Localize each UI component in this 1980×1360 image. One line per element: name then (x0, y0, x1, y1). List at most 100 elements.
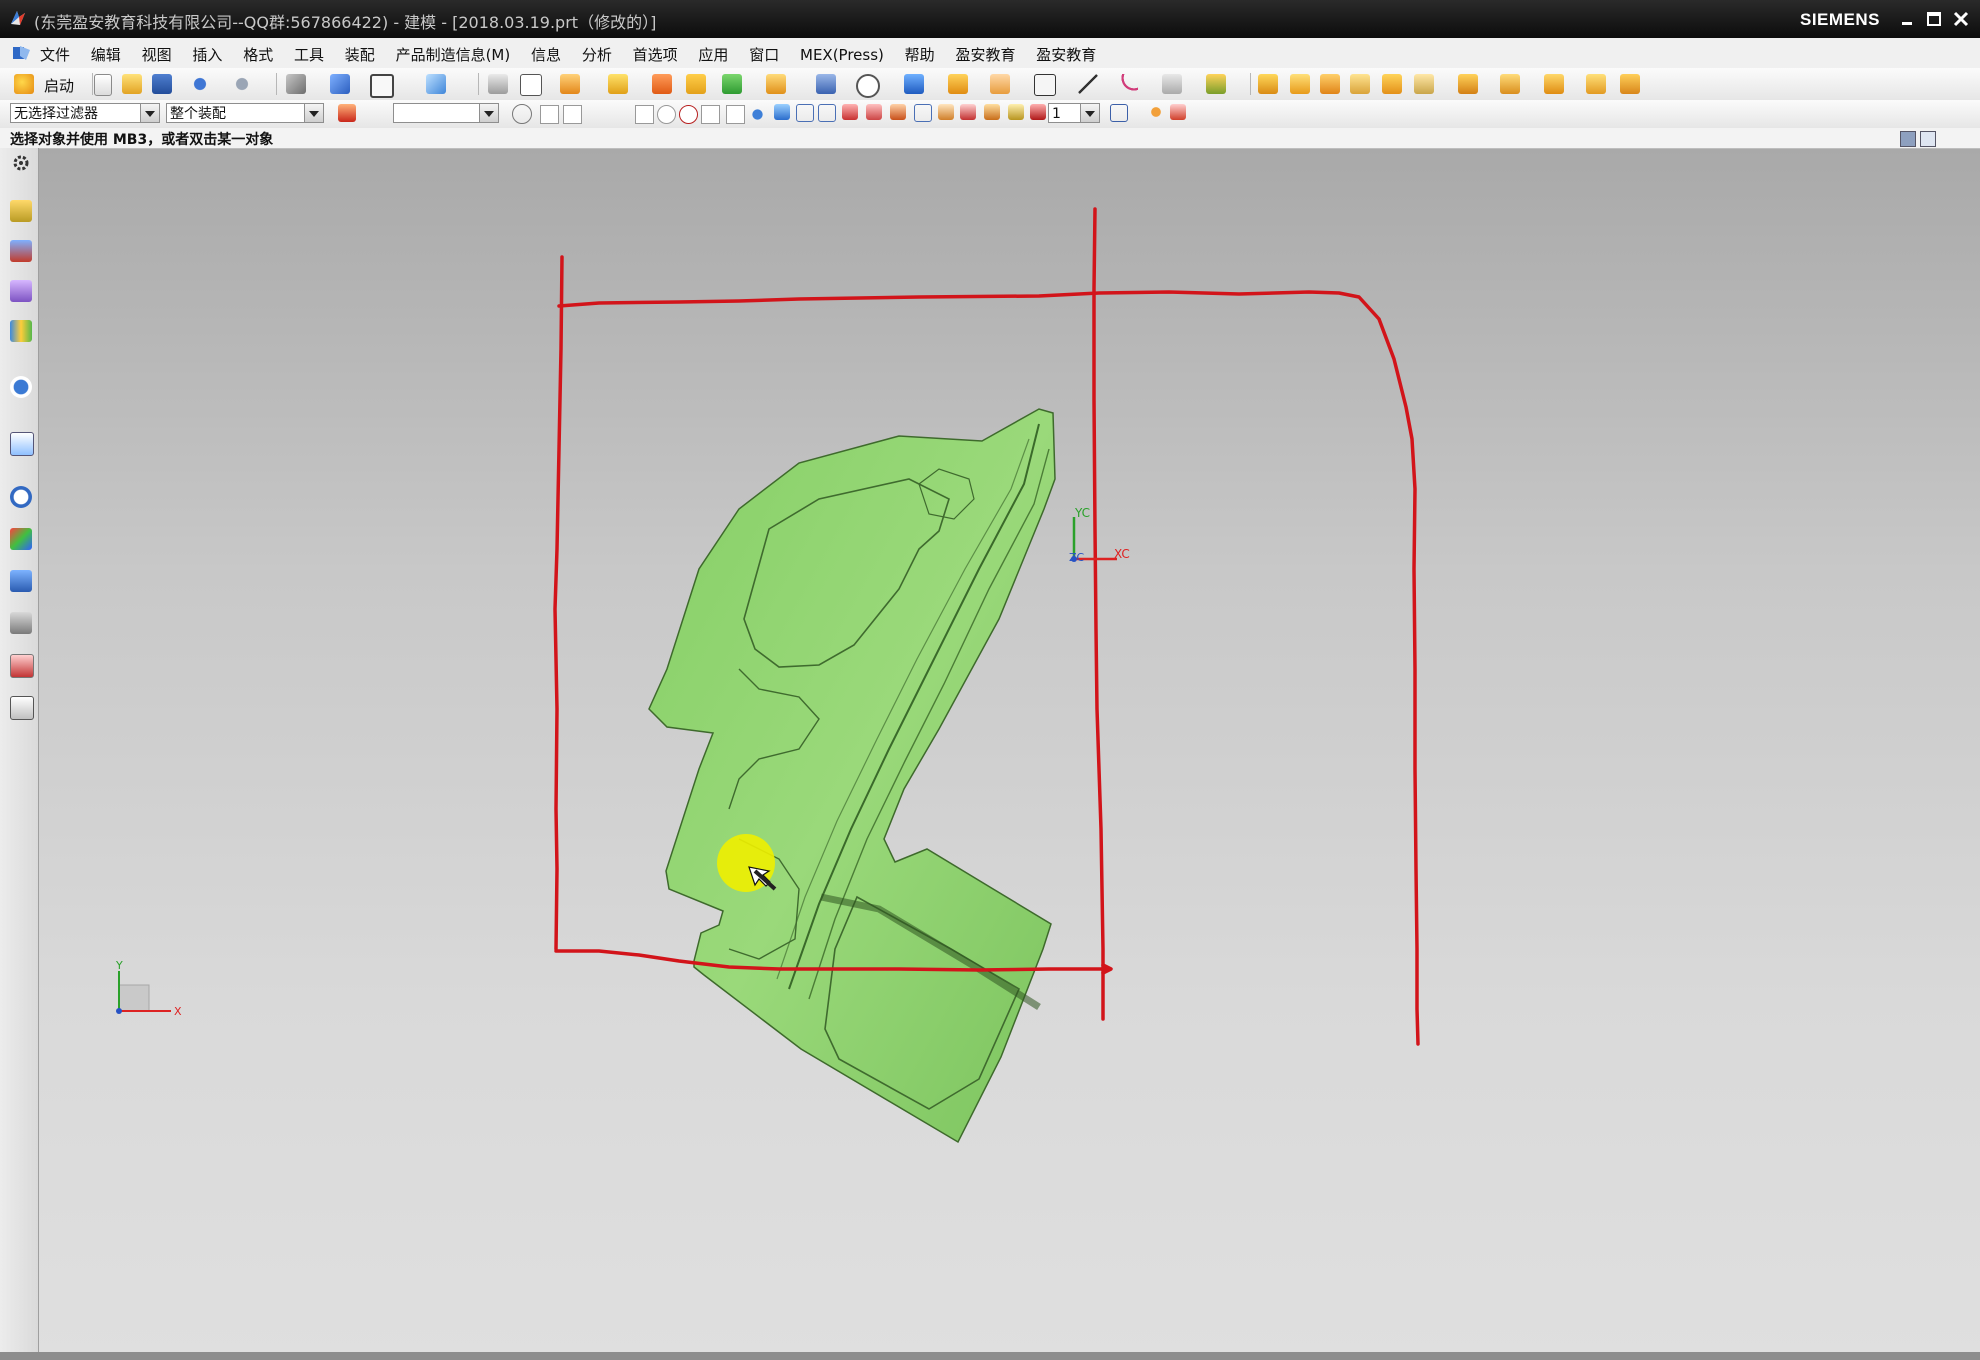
ruler-icon[interactable] (960, 104, 976, 120)
status-toggle-2-icon[interactable] (1920, 131, 1936, 147)
manufacturing-wizard-icon[interactable] (10, 612, 32, 634)
menu-information[interactable]: 信息 (531, 46, 561, 64)
layer-visible-icon[interactable] (1110, 104, 1128, 122)
revolve-icon[interactable] (608, 74, 628, 94)
part-navigator-icon[interactable] (10, 280, 32, 302)
type-filter-dropdown[interactable]: 无选择过滤器 (10, 103, 160, 123)
save-icon[interactable] (152, 74, 172, 94)
quick-pick-icon[interactable] (774, 104, 790, 120)
grid-display-icon[interactable] (914, 104, 932, 122)
unite-icon[interactable] (766, 74, 786, 94)
hide-icon[interactable] (1030, 104, 1046, 120)
view-frame-icon[interactable] (370, 74, 394, 98)
menu-help[interactable]: 帮助 (905, 46, 935, 64)
new-file-icon[interactable] (94, 74, 112, 96)
snap-mid-point-icon[interactable] (563, 105, 582, 124)
gear-icon[interactable] (10, 152, 32, 174)
mold-tool-5-icon[interactable] (1382, 74, 1402, 94)
cylinder-icon[interactable] (686, 74, 706, 94)
mold-tool-4-icon[interactable] (1350, 74, 1370, 94)
extrude-icon[interactable] (560, 74, 580, 94)
hd3d-icon[interactable] (10, 376, 32, 398)
block-icon[interactable] (652, 74, 672, 94)
minimize-button[interactable] (1896, 8, 1918, 30)
sketch-icon[interactable] (520, 74, 542, 96)
snap-point-on-curve-icon[interactable] (726, 105, 745, 124)
snap-point-on-surface-icon[interactable] (748, 105, 767, 124)
wcs-display-icon[interactable] (938, 104, 954, 120)
mold-tool-3-icon[interactable] (1320, 74, 1340, 94)
menu-assemblies[interactable]: 装配 (345, 46, 375, 64)
mold-tool-1-icon[interactable] (1258, 74, 1278, 94)
layer-filter-dropdown[interactable] (393, 103, 499, 123)
redo-icon[interactable] (232, 74, 252, 94)
start-button-label[interactable]: 启动 (44, 75, 74, 96)
reuse-library-icon[interactable] (10, 320, 32, 342)
mold-tool-7-icon[interactable] (1458, 74, 1478, 94)
undo-icon[interactable] (190, 74, 210, 94)
menu-yingan-2[interactable]: 盈安教育 (1036, 46, 1096, 64)
measure-icon[interactable] (1162, 74, 1182, 94)
menu-file[interactable]: 文件 (40, 46, 70, 64)
nx-menu-icon[interactable] (12, 44, 32, 62)
constraint-navigator-icon[interactable] (10, 240, 32, 262)
shaded-display-icon[interactable] (330, 74, 350, 94)
model-canvas[interactable]: YC XC ZC Y X (39, 149, 1980, 1360)
menu-yingan-1[interactable]: 盈安教育 (955, 46, 1015, 64)
close-button[interactable] (1950, 8, 1972, 30)
part-model[interactable] (648, 408, 1056, 1144)
mold-tool-10-icon[interactable] (1586, 74, 1606, 94)
body-rule-icon[interactable] (890, 104, 906, 120)
orient-view-icon[interactable] (426, 74, 446, 94)
snap-quadrant-icon[interactable] (679, 105, 698, 124)
orient-wcs-icon[interactable] (984, 104, 1000, 120)
mirror-object-icon[interactable] (1170, 104, 1186, 120)
select-all-icon[interactable] (818, 104, 836, 122)
general-selection-filter-icon[interactable] (338, 104, 356, 122)
menu-pmi[interactable]: 产品制造信息(M) (396, 46, 511, 64)
snap-existing-point-icon[interactable] (701, 105, 720, 124)
assembly-navigator-icon[interactable] (10, 200, 32, 222)
snap-control-point-icon[interactable] (587, 105, 606, 124)
history-icon[interactable] (10, 486, 32, 508)
select-window-icon[interactable] (796, 104, 814, 122)
mold-tool-9-icon[interactable] (1544, 74, 1564, 94)
trim-body-icon[interactable] (816, 74, 836, 94)
work-layer-dropdown[interactable]: 1 (1048, 103, 1100, 123)
line-icon[interactable] (1078, 74, 1098, 94)
system-materials-icon[interactable] (10, 528, 32, 550)
start-icon[interactable] (14, 74, 34, 94)
cut-icon[interactable] (286, 74, 306, 94)
menu-view[interactable]: 视图 (142, 46, 172, 64)
snap-arc-center-icon[interactable] (657, 105, 676, 124)
arc-icon[interactable] (1118, 74, 1138, 94)
layer-settings-icon[interactable] (488, 74, 508, 94)
feature-icon[interactable] (722, 74, 742, 94)
chamfer-icon[interactable] (990, 74, 1010, 94)
mold-tool-6-icon[interactable] (1414, 74, 1434, 94)
sheet-metal-icon[interactable] (1206, 74, 1226, 94)
menu-window[interactable]: 窗口 (749, 46, 779, 64)
system-scenes-icon[interactable] (10, 696, 34, 720)
web-browser-icon[interactable] (10, 432, 34, 456)
menu-analysis[interactable]: 分析 (582, 46, 612, 64)
menu-preferences[interactable]: 首选项 (633, 46, 678, 64)
snap-intersection-icon[interactable] (611, 105, 630, 124)
shell-icon[interactable] (856, 74, 880, 98)
select-feature-icon[interactable] (512, 104, 532, 124)
roles-icon[interactable] (10, 654, 34, 678)
menu-application[interactable]: 应用 (698, 46, 728, 64)
menu-insert[interactable]: 插入 (192, 46, 222, 64)
face-rule-icon[interactable] (866, 104, 882, 120)
curve-rule-icon[interactable] (842, 104, 858, 120)
status-toggle-1-icon[interactable] (1900, 131, 1916, 147)
snap-tangent-icon[interactable] (635, 105, 654, 124)
mold-tool-2-icon[interactable] (1290, 74, 1310, 94)
work-layer-icon[interactable] (1008, 104, 1024, 120)
menu-mex-press[interactable]: MEX(Press) (800, 46, 884, 64)
process-studio-icon[interactable] (10, 570, 32, 592)
offset-face-icon[interactable] (904, 74, 924, 94)
move-object-icon[interactable] (1148, 104, 1164, 120)
datum-plane-icon[interactable] (1034, 74, 1056, 96)
mold-tool-11-icon[interactable] (1620, 74, 1640, 94)
